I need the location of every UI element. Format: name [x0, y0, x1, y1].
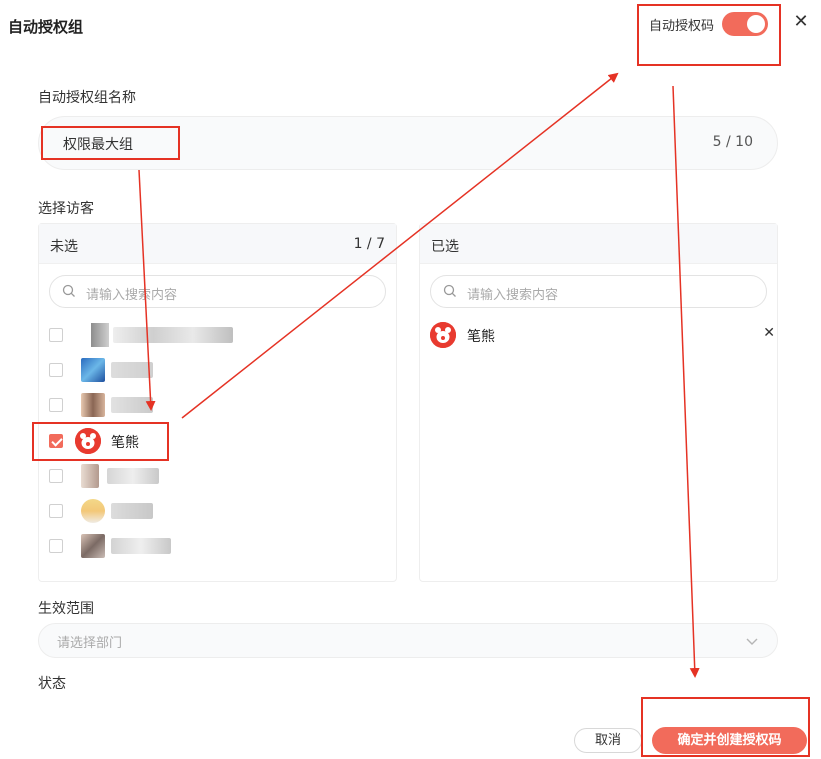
dialog-title: 自动授权组 — [8, 18, 84, 36]
unselected-panel-header: 未选 1 / 7 — [39, 224, 396, 264]
close-icon[interactable]: ✕ — [792, 13, 810, 31]
visitor-name: 笔熊 — [111, 435, 139, 451]
unselected-search-input[interactable]: 请输入搜索内容 — [49, 275, 386, 308]
selected-search-input[interactable]: 请输入搜索内容 — [430, 275, 767, 308]
visitor-row[interactable] — [49, 496, 379, 526]
visitor-row[interactable] — [49, 461, 379, 491]
visitor-checkbox[interactable] — [49, 539, 63, 553]
group-name-input[interactable]: 权限最大组 5 / 10 — [38, 116, 778, 170]
confirm-create-button[interactable]: 确定并创建授权码 — [652, 727, 807, 754]
cancel-button[interactable]: 取消 — [574, 728, 642, 753]
avatar — [81, 499, 105, 523]
avatar — [81, 464, 99, 488]
blurred-name — [113, 327, 233, 343]
avatar — [91, 323, 109, 347]
selected-panel-header: 已选 — [420, 224, 777, 264]
unselected-title: 未选 — [50, 239, 78, 255]
department-placeholder: 请选择部门 — [57, 636, 123, 651]
visitor-checkbox[interactable] — [49, 469, 63, 483]
blurred-name — [111, 503, 153, 519]
search-icon — [62, 284, 75, 297]
selected-panel: 已选 请输入搜索内容 笔熊 ✕ — [419, 223, 778, 582]
visitors-label: 选择访客 — [38, 201, 94, 217]
blurred-name — [111, 538, 171, 554]
char-counter: 5 / 10 — [712, 134, 753, 150]
remove-icon[interactable]: ✕ — [763, 325, 775, 341]
visitor-checkbox-checked[interactable] — [49, 434, 63, 448]
avatar — [81, 534, 105, 558]
visitor-checkbox[interactable] — [49, 328, 63, 342]
visitor-checkbox[interactable] — [49, 363, 63, 377]
visitor-row[interactable] — [49, 355, 379, 385]
toggle-knob — [747, 15, 766, 33]
avatar — [81, 393, 105, 417]
blurred-name — [111, 362, 153, 378]
search-icon — [443, 284, 456, 297]
auto-code-toggle-group: 自动授权码 — [649, 12, 769, 36]
group-name-value: 权限最大组 — [63, 137, 133, 153]
visitor-row-selected[interactable]: 笔熊 — [49, 426, 379, 456]
auto-code-label: 自动授权码 — [649, 18, 715, 34]
name-field-label: 自动授权组名称 — [38, 90, 136, 106]
auto-code-toggle[interactable] — [722, 12, 769, 36]
department-select[interactable]: 请选择部门 — [38, 623, 778, 658]
unselected-search-placeholder: 请输入搜索内容 — [86, 288, 178, 303]
bear-avatar-icon — [430, 322, 456, 348]
visitor-row[interactable] — [49, 390, 379, 420]
selected-visitor-row: 笔熊 ✕ — [430, 320, 775, 350]
blurred-name — [111, 397, 153, 413]
bear-avatar-icon — [75, 428, 101, 454]
visitor-checkbox[interactable] — [49, 504, 63, 518]
unselected-count: 1 / 7 — [353, 236, 385, 252]
selected-title: 已选 — [431, 239, 459, 255]
status-label: 状态 — [38, 676, 66, 692]
selected-visitor-name: 笔熊 — [467, 329, 495, 345]
selected-search-placeholder: 请输入搜索内容 — [467, 288, 559, 303]
visitor-row[interactable] — [49, 531, 379, 561]
unselected-panel: 未选 1 / 7 请输入搜索内容 笔熊 — [38, 223, 397, 582]
avatar — [81, 358, 105, 382]
visitor-row[interactable] — [49, 320, 379, 350]
blurred-name — [107, 468, 159, 484]
visitor-checkbox[interactable] — [49, 398, 63, 412]
scope-label: 生效范围 — [38, 601, 94, 617]
chevron-down-icon — [746, 638, 758, 645]
